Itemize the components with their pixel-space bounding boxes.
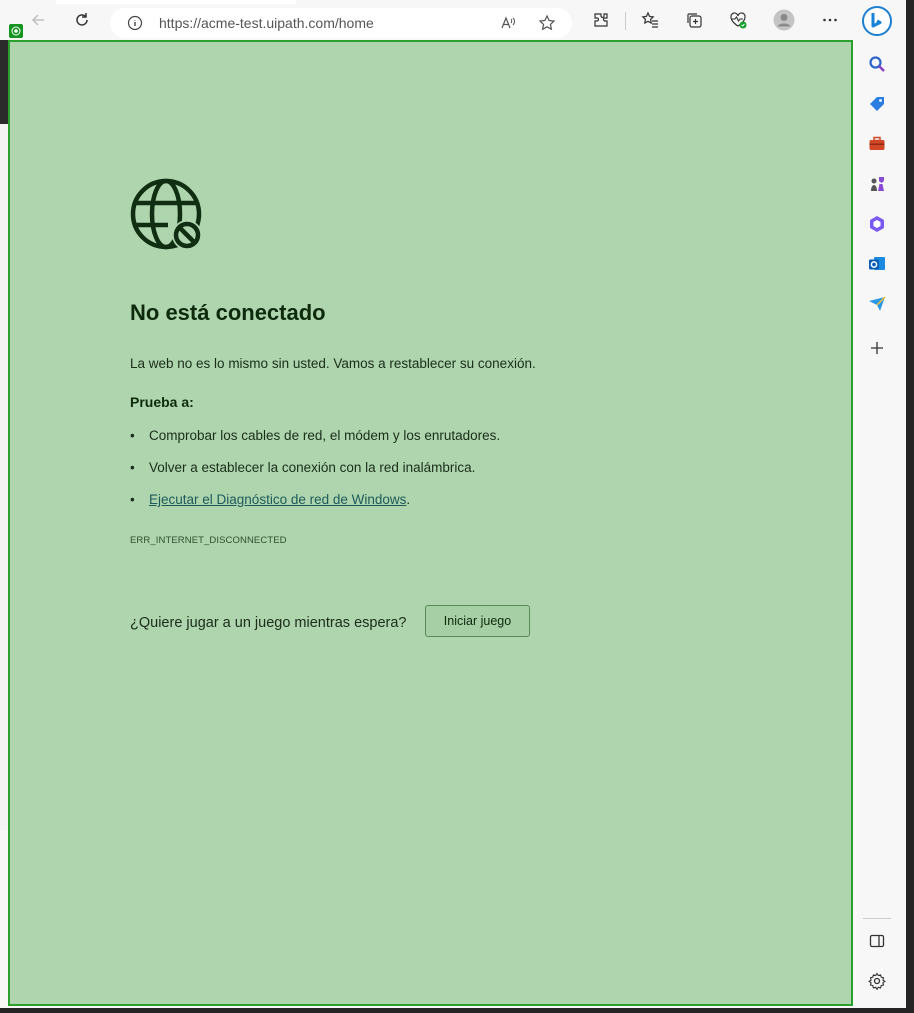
extensions-icon[interactable] (589, 8, 613, 32)
tools-icon[interactable] (865, 132, 889, 156)
favorite-star-icon[interactable] (538, 14, 556, 37)
suggestion-item: • Volver a establecer la conexión con la … (130, 460, 475, 475)
refresh-icon[interactable] (70, 8, 94, 32)
suggestion-item: • Comprobar los cables de red, el módem y… (130, 428, 500, 443)
info-icon[interactable] (127, 15, 143, 36)
collections-icon[interactable] (682, 8, 706, 32)
bullet: • (130, 428, 135, 443)
office-icon[interactable] (865, 212, 889, 236)
favorites-icon[interactable] (638, 8, 662, 32)
health-icon[interactable] (726, 8, 750, 32)
try-heading: Prueba a: (130, 394, 194, 410)
suggestion-text: Volver a establecer la conexión con la r… (149, 460, 476, 475)
back-icon[interactable] (26, 8, 50, 32)
start-game-button[interactable]: Iniciar juego (425, 605, 530, 637)
recording-badge-icon (9, 24, 23, 38)
send-icon[interactable] (865, 292, 889, 316)
browser-window: https://acme-test.uipath.com/home No est… (0, 0, 906, 1008)
error-code: ERR_INTERNET_DISCONNECTED (130, 535, 287, 546)
bullet: • (130, 492, 135, 507)
add-icon[interactable] (865, 336, 889, 360)
diagnostic-link[interactable]: Ejecutar el Diagnóstico de red de Window… (149, 492, 406, 507)
browser-toolbar: https://acme-test.uipath.com/home (0, 0, 906, 40)
diagnostic-suffix: . (406, 492, 411, 507)
globe-disconnected-icon (130, 178, 202, 250)
bullet: • (130, 460, 135, 475)
bing-icon[interactable] (862, 6, 892, 36)
edge-sidebar (853, 40, 906, 1008)
url-text[interactable]: https://acme-test.uipath.com/home (159, 15, 374, 31)
read-aloud-icon[interactable] (499, 14, 517, 37)
shopping-tag-icon[interactable] (865, 92, 889, 116)
profile-icon[interactable] (772, 8, 796, 32)
suggestion-text: Comprobar los cables de red, el módem y … (149, 428, 501, 443)
game-question: ¿Quiere jugar a un juego mientras espera… (130, 615, 407, 631)
page-title: No está conectado (130, 300, 326, 325)
games-icon[interactable] (865, 172, 889, 196)
window-edge-bottom (0, 1008, 914, 1013)
more-icon[interactable] (818, 8, 842, 32)
search-icon[interactable] (865, 52, 889, 76)
error-page: No está conectado La web no es lo mismo … (8, 40, 853, 1006)
suggestion-item: • Ejecutar el Diagnóstico de red de Windo… (130, 492, 410, 507)
address-bar[interactable]: https://acme-test.uipath.com/home (110, 8, 572, 38)
sidebar-divider (863, 918, 891, 919)
settings-icon[interactable] (865, 969, 889, 993)
outlook-icon[interactable] (865, 252, 889, 276)
active-tab-edge (56, 0, 296, 4)
split-screen-icon[interactable] (865, 929, 889, 953)
window-edge (906, 0, 914, 1013)
page-description: La web no es lo mismo sin usted. Vamos a… (130, 356, 536, 371)
